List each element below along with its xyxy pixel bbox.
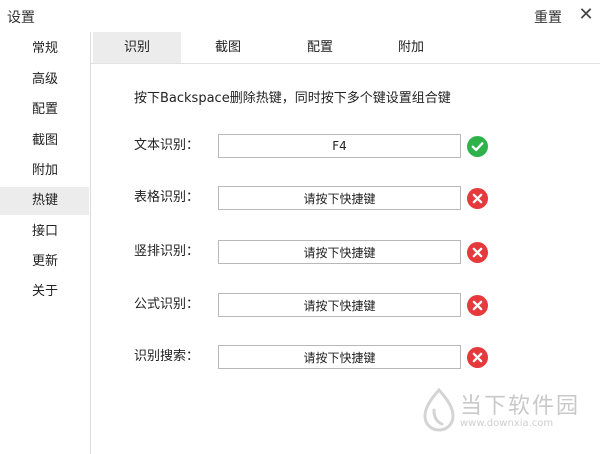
tab-capture[interactable]: 截图 (184, 32, 272, 63)
sidebar-item-label: 截图 (32, 133, 59, 148)
check-circle-icon (467, 136, 488, 157)
sidebar-item-config[interactable]: 配置 (0, 96, 89, 124)
sidebar-item-label: 附加 (32, 163, 59, 178)
sidebar-item-capture[interactable]: 截图 (0, 127, 89, 155)
tab-config[interactable]: 配置 (276, 32, 364, 63)
hotkey-label-text: 文本识别： (134, 138, 200, 153)
sidebar: 常规 高级 配置 截图 附加 热键 接口 更新 关于 (0, 32, 90, 454)
close-icon[interactable]: ✕ (577, 5, 595, 25)
error-circle-icon (467, 295, 488, 316)
hotkey-input-table[interactable] (218, 186, 461, 210)
sidebar-item-about[interactable]: 关于 (0, 278, 89, 306)
sidebar-item-label: 常规 (32, 41, 59, 56)
watermark-title: 当下软件园 (460, 394, 581, 419)
sidebar-item-label: 配置 (32, 102, 59, 117)
sidebar-item-advanced[interactable]: 高级 (0, 66, 89, 94)
sidebar-item-api[interactable]: 接口 (0, 218, 89, 246)
hotkey-label-formula: 公式识别： (134, 297, 200, 312)
hotkey-input-text[interactable] (218, 134, 461, 158)
sidebar-item-extra[interactable]: 附加 (0, 157, 89, 185)
error-circle-icon (467, 242, 488, 263)
sidebar-item-update[interactable]: 更新 (0, 248, 89, 276)
reset-button[interactable]: 重置 (534, 7, 562, 27)
error-circle-icon (467, 188, 488, 209)
hotkey-hint: 按下Backspace删除热键，同时按下多个键设置组合键 (134, 91, 451, 106)
sidebar-item-hotkeys[interactable]: 热键 (0, 187, 89, 215)
error-circle-icon (467, 347, 488, 368)
sidebar-item-general[interactable]: 常规 (0, 35, 89, 63)
sidebar-item-label: 高级 (32, 72, 59, 87)
tab-recognition[interactable]: 识别 (93, 32, 181, 63)
watermark-logo-icon (423, 388, 455, 432)
title-bar: 设置 重置 ✕ (0, 0, 600, 32)
hotkey-input-search[interactable] (218, 345, 461, 369)
watermark: 当下软件园 www.downxia.com (420, 382, 600, 438)
sidebar-item-label: 更新 (32, 254, 59, 269)
hotkey-label-table: 表格识别： (134, 190, 200, 205)
tab-bar: 识别 截图 配置 附加 (91, 32, 600, 64)
sidebar-item-label: 接口 (32, 224, 59, 239)
tab-extra[interactable]: 附加 (367, 32, 455, 63)
sidebar-item-label: 热键 (32, 193, 59, 208)
watermark-url: www.downxia.com (460, 418, 554, 429)
window-title: 设置 (7, 10, 35, 26)
hotkey-input-formula[interactable] (218, 293, 461, 317)
hotkey-input-vertical[interactable] (218, 240, 461, 264)
sidebar-item-label: 关于 (32, 284, 59, 299)
hotkey-label-search: 识别搜索： (134, 349, 200, 364)
hotkey-label-vertical: 竖排识别： (134, 244, 200, 259)
sidebar-divider (90, 32, 91, 454)
